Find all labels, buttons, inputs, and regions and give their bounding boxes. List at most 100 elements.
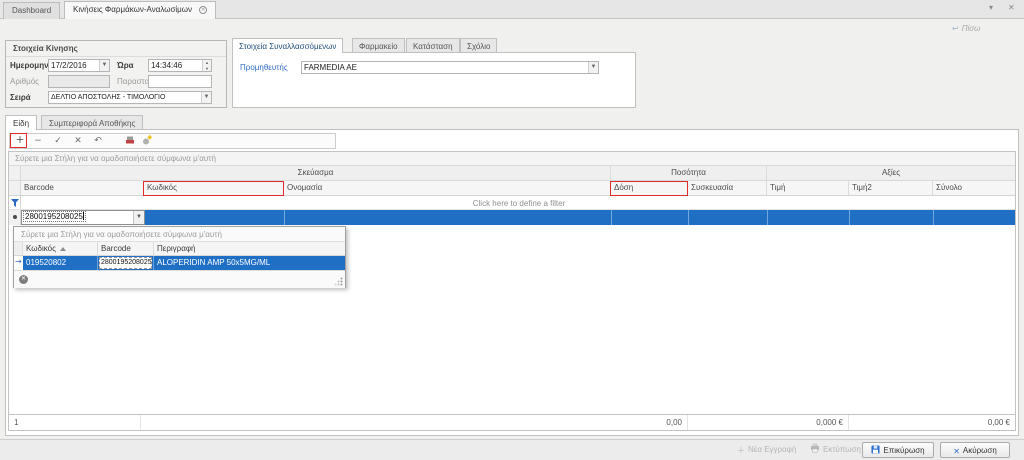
- column-header-timi[interactable]: Τιμή: [767, 181, 849, 195]
- group-by-hint: Σύρετε μια Στήλη για να ομαδοποιήσετε σύ…: [15, 154, 216, 163]
- lookup-header-kodikos[interactable]: Κωδικός: [23, 242, 98, 255]
- items-grid: Σύρετε μια Στήλη για να ομαδοποιήσετε σύ…: [8, 151, 1016, 431]
- back-label: Πίσω: [962, 24, 981, 33]
- cancel-button[interactable]: ✕Ακύρωση: [940, 442, 1010, 458]
- column-header-barcode[interactable]: Barcode: [21, 181, 144, 195]
- current-row-arrow-icon: →: [15, 257, 22, 266]
- lookup-footer: ✕: [14, 270, 345, 288]
- filter-hint: Click here to define a filter: [21, 199, 1017, 208]
- text-caret: [83, 212, 84, 220]
- new-item-button[interactable]: [140, 135, 154, 147]
- lookup-header-perigrafi[interactable]: Περιγραφή: [154, 242, 346, 255]
- chevron-down-icon[interactable]: ▾: [989, 3, 993, 12]
- spinner-buttons: ▲ ▼: [202, 60, 211, 71]
- column-header-synolo[interactable]: Σύνολο: [933, 181, 1017, 195]
- series-combobox[interactable]: ΔΕΛΤΙΟ ΑΠΟΣΤΟΛΗΣ - ΤΙΜΟΛΟΓΙΟ ▼: [48, 91, 212, 104]
- editing-row-dot-icon: [13, 215, 17, 219]
- time-spinedit[interactable]: 14:34:46 ▲ ▼: [148, 59, 212, 72]
- band-posotita[interactable]: Ποσότητα: [611, 166, 767, 180]
- tab-items-label: Είδη: [13, 119, 29, 128]
- editing-row[interactable]: 2800195208025 ▼: [9, 210, 1015, 225]
- tab-drug-movements[interactable]: Κινήσεις Φαρμάκων-Αναλωσίμων ✕: [64, 1, 216, 19]
- spin-down-icon[interactable]: ▼: [203, 66, 211, 72]
- cancel-x-icon: ✕: [953, 447, 960, 456]
- resize-grip[interactable]: [334, 277, 343, 286]
- tab-dashboard[interactable]: Dashboard: [3, 2, 60, 19]
- undo-button[interactable]: ↶: [91, 135, 105, 147]
- lookup-cell-description: ALOPERIDIN AMP 50x5MG/ML: [154, 256, 346, 270]
- confirm-button[interactable]: Επικύρωση: [862, 442, 934, 458]
- column-header-onomasia[interactable]: Ονομασία: [284, 181, 611, 195]
- supplier-label[interactable]: Προμηθευτής: [240, 63, 288, 72]
- lookup-header-perigrafi-label: Περιγραφή: [157, 244, 195, 253]
- chevron-down-icon[interactable]: ▼: [588, 62, 598, 73]
- column-header-barcode-label: Barcode: [24, 183, 54, 192]
- barcode-lookup-dropdown: Σύρετε μια Στήλη για να ομαδοποιήσετε σύ…: [13, 226, 346, 288]
- document-field[interactable]: [148, 75, 212, 88]
- check-icon: ✓: [54, 136, 62, 146]
- tab-comment-label: Σχόλιο: [467, 42, 490, 51]
- lookup-header-row: Κωδικός Barcode Περιγραφή: [14, 242, 345, 256]
- document-tab-bar: Dashboard Κινήσεις Φαρμάκων-Αναλωσίμων ✕…: [0, 0, 1024, 19]
- tab-pharmacy[interactable]: Φαρμακείο: [352, 38, 405, 53]
- accept-button[interactable]: ✓: [51, 135, 65, 147]
- lookup-header-barcode-label: Barcode: [101, 244, 131, 253]
- barcode-editor-value: 2800195208025: [25, 212, 83, 221]
- tab-drug-movements-label: Κινήσεις Φαρμάκων-Αναλωσίμων: [73, 5, 192, 14]
- clear-filter-button[interactable]: ✕: [19, 275, 28, 284]
- printer-icon: [810, 443, 820, 453]
- row-indicator-cell: [9, 210, 21, 225]
- lookup-header-barcode[interactable]: Barcode: [98, 242, 154, 255]
- filter-indicator-cell: [9, 196, 21, 209]
- cancel-edit-button[interactable]: ✕: [71, 135, 85, 147]
- tab-status[interactable]: Κατάσταση: [406, 38, 460, 53]
- app-window: Dashboard Κινήσεις Φαρμάκων-Αναλωσίμων ✕…: [0, 0, 1024, 460]
- highlight-box-add-button: [10, 133, 27, 148]
- lookup-row-indicator: →: [14, 256, 23, 270]
- chevron-down-icon[interactable]: ▼: [99, 60, 109, 71]
- tab-party-details[interactable]: Στοιχεία Συναλλασσόμενων: [232, 38, 343, 53]
- lookup-header-kodikos-label: Κωδικός: [26, 244, 56, 253]
- editor-dropdown-button[interactable]: ▼: [133, 211, 144, 224]
- eraser-button[interactable]: [123, 135, 137, 147]
- column-header-timi2[interactable]: Τιμή2: [849, 181, 933, 195]
- sort-ascending-icon: [60, 247, 66, 251]
- column-header-timi-label: Τιμή: [770, 183, 785, 192]
- lookup-group-by-panel: Σύρετε μια Στήλη για να ομαδοποιήσετε σύ…: [14, 227, 345, 242]
- number-label: Αριθμός: [10, 77, 39, 86]
- auto-filter-row[interactable]: Click here to define a filter: [9, 196, 1015, 210]
- column-header-synolo-label: Σύνολο: [936, 183, 962, 192]
- group-by-panel[interactable]: Σύρετε μια Στήλη για να ομαδοποιήσετε σύ…: [9, 152, 1015, 166]
- band-skevasma-label: Σκεύασμα: [298, 168, 334, 177]
- remove-row-button[interactable]: −: [31, 135, 45, 147]
- back-button[interactable]: ↩Πίσω: [952, 24, 980, 33]
- barcode-cell-editor[interactable]: 2800195208025 ▼: [21, 210, 145, 225]
- undo-icon: ↶: [94, 136, 102, 146]
- band-header-row: Σκεύασμα Ποσότητα Αξίες: [9, 166, 1015, 181]
- indicator-header-cell: [9, 181, 21, 195]
- highlight-box-kodikos: [143, 181, 284, 196]
- print-button[interactable]: Εκτύπωση: [806, 442, 865, 458]
- tab-items[interactable]: Είδη: [5, 115, 37, 130]
- lookup-result-row[interactable]: → 019520802 2800195208025 ALOPERIDIN AMP…: [14, 256, 345, 270]
- band-axies[interactable]: Αξίες: [767, 166, 1015, 180]
- series-value: ΔΕΛΤΙΟ ΑΠΟΣΤΟΛΗΣ - ΤΙΜΟΛΟΓΙΟ: [51, 94, 165, 101]
- column-header-syskevasia[interactable]: Συσκευασία: [688, 181, 767, 195]
- print-label: Εκτύπωση: [823, 445, 861, 454]
- tab-warehouse-behavior-label: Συμπεριφορά Αποθήκης: [49, 119, 135, 128]
- date-combobox[interactable]: 17/2/2016 ▼: [48, 59, 110, 72]
- minus-icon: −: [34, 136, 42, 146]
- groupbox-title: Στοιχεία Κίνησης: [13, 44, 78, 53]
- star-item-icon: [142, 135, 153, 145]
- tab-close-icon[interactable]: ✕: [199, 6, 207, 14]
- close-icon[interactable]: ✕: [1008, 3, 1015, 12]
- tab-comment[interactable]: Σχόλιο: [460, 38, 497, 53]
- band-axies-label: Αξίες: [882, 168, 900, 177]
- tab-warehouse-behavior[interactable]: Συμπεριφορά Αποθήκης: [41, 115, 143, 130]
- eraser-icon: [125, 135, 135, 145]
- chevron-down-icon[interactable]: ▼: [201, 92, 211, 103]
- x-icon: ✕: [74, 136, 82, 146]
- supplier-combobox[interactable]: FARMEDIA AE ▼: [301, 61, 599, 74]
- band-skevasma[interactable]: Σκεύασμα: [21, 166, 611, 180]
- new-record-button[interactable]: ＋Νέα Εγγραφή: [733, 442, 800, 458]
